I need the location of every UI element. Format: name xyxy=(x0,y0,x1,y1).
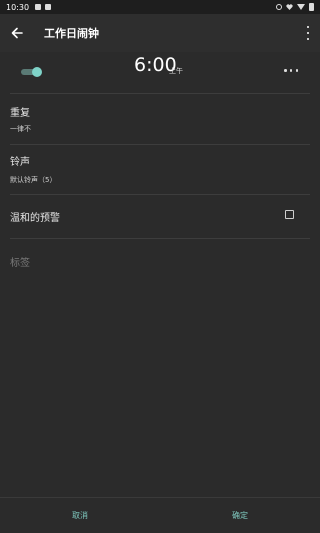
repeat-label: 重复 xyxy=(10,108,30,119)
divider xyxy=(10,194,310,195)
confirm-button[interactable]: 确定 xyxy=(232,510,248,521)
status-time: 10:30 xyxy=(6,2,30,12)
divider xyxy=(10,93,310,94)
cancel-button[interactable]: 取消 xyxy=(72,510,88,521)
gentle-alert-checkbox[interactable] xyxy=(285,210,294,219)
alarm-toggle[interactable] xyxy=(21,67,43,77)
repeat-value: 一律不 xyxy=(10,125,31,133)
battery-icon xyxy=(309,3,314,11)
divider xyxy=(0,497,320,498)
image-icon xyxy=(45,4,52,10)
overflow-menu-icon[interactable] xyxy=(306,26,310,40)
notification-icon xyxy=(35,4,42,10)
tag-input[interactable]: 标签 xyxy=(10,254,30,269)
ringtone-label: 铃声 xyxy=(10,157,30,168)
ringtone-value: 默认铃声（5） xyxy=(10,176,57,184)
more-options-icon[interactable] xyxy=(284,69,298,73)
page-title: 工作日闹钟 xyxy=(44,27,99,40)
wifi-icon xyxy=(297,4,305,10)
alarm-time-row: 6:00 上午 xyxy=(0,52,320,92)
status-bar: 10:30 xyxy=(0,0,320,14)
alarm-period: 上午 xyxy=(169,67,183,75)
divider xyxy=(10,238,310,239)
back-arrow-icon[interactable] xyxy=(10,26,24,40)
app-bar: 工作日闹钟 xyxy=(0,14,320,52)
heart-icon xyxy=(286,4,293,10)
do-not-disturb-icon xyxy=(276,4,282,10)
divider xyxy=(10,144,310,145)
gentle-alert-label: 温和的预警 xyxy=(10,213,60,224)
